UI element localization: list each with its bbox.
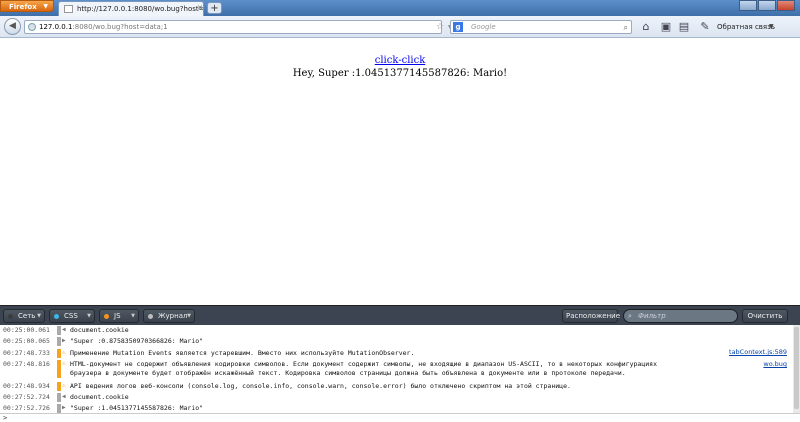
chevron-down-icon: ▼	[43, 3, 48, 10]
console-output: 00:25:00.061 ◀ document.cookie 00:25:00.…	[0, 325, 800, 413]
layout-dropdown[interactable]: Расположение ▼	[562, 309, 620, 332]
chevron-down-icon: ▼	[131, 313, 135, 319]
firefox-menu-label: Firefox	[9, 3, 37, 11]
click-click-link[interactable]: click-click	[0, 55, 800, 66]
scrollbar-thumb[interactable]	[794, 327, 799, 409]
bookmarks-icon[interactable]: ▤	[676, 19, 692, 35]
output-arrow-icon: ▶	[62, 404, 66, 411]
output-arrow-icon: ▶	[62, 337, 66, 344]
input-bar	[57, 393, 61, 402]
log-dot-icon	[148, 314, 153, 319]
new-tab-button[interactable]: +	[207, 2, 222, 14]
tab-title: http://127.0.0.1:8080/wo.bug?host=data;1	[77, 5, 204, 13]
window-icon[interactable]: ▣	[658, 19, 674, 35]
input-arrow-icon: ◀	[62, 326, 66, 333]
console-input[interactable]: >	[0, 413, 800, 422]
close-window-button[interactable]	[777, 0, 795, 11]
home-icon[interactable]: ⌂	[638, 19, 654, 35]
tab-close-icon[interactable]: ✕	[196, 4, 204, 12]
minimize-button[interactable]	[739, 0, 757, 11]
globe-icon	[28, 23, 36, 31]
source-link[interactable]: tabContext.js:589	[729, 348, 787, 356]
feedback-dropdown-icon[interactable]: ▼	[769, 19, 774, 35]
tab-active[interactable]: http://127.0.0.1:8080/wo.bug?host=data;1	[58, 1, 204, 16]
search-icon: ⌕	[628, 312, 632, 320]
tab-strip: Firefox ▼ http://127.0.0.1:8080/wo.bug?ho…	[0, 0, 800, 16]
feedback-button[interactable]: Обратная связь	[717, 19, 775, 35]
input-arrow-icon: ◀	[62, 393, 66, 400]
console-row: 00:27:52.724 ◀ document.cookie	[3, 393, 129, 402]
window-controls	[738, 0, 798, 12]
js-dot-icon	[104, 314, 109, 319]
console-prompt: >	[3, 414, 8, 422]
page-content: click-click Hey, Super :1.04513771455878…	[0, 39, 800, 305]
clear-button[interactable]: Очистить	[742, 309, 788, 323]
console-scrollbar[interactable]	[793, 325, 800, 413]
warning-bar	[57, 382, 61, 391]
console-row: 00:27:48.934 ⚠ API ведения логов веб-кон…	[3, 382, 571, 391]
maximize-button[interactable]	[758, 0, 776, 11]
greeting-text: Hey, Super :1.0451377145587826: Mario!	[292, 68, 508, 79]
output-bar	[57, 337, 61, 346]
firefox-menu-button[interactable]: Firefox ▼	[0, 0, 54, 12]
input-bar	[57, 326, 61, 335]
chevron-down-icon: ▼	[37, 313, 41, 319]
warning-bar	[57, 349, 61, 358]
google-icon[interactable]: g	[453, 22, 463, 32]
warning-icon: ⚠	[62, 349, 66, 356]
css-dot-icon	[54, 314, 59, 319]
page-icon	[64, 5, 73, 13]
console-row: 00:27:52.726 ▶ "Super :1.045137714558782…	[3, 404, 204, 413]
warning-icon: ⚠	[62, 382, 66, 389]
console-row: 00:27:48.816 ⚠ HTML-документ не содержит…	[3, 348, 787, 378]
console-row: 00:25:00.065 ▶ "Super :0.875835097036682…	[3, 337, 204, 346]
warning-icon: ⚠	[62, 360, 66, 367]
search-bar[interactable]: g Google ⌕	[450, 20, 632, 34]
devtools-toolbar: Сеть▼ CSS▼ JS▼ Журнал▼ Расположение ▼ ⌕Ф…	[0, 305, 800, 332]
filter-net-button[interactable]: Сеть ▼	[3, 309, 45, 323]
console-row: 00:27:48.733 ⚠ Применение Mutation Event…	[3, 349, 415, 358]
chevron-down-icon: ▼	[87, 313, 91, 319]
navigation-bar: ◀ 127.0.0.1:8080/wo.bug?host=data;1 ☆ ▼ …	[0, 16, 800, 38]
addon-icon[interactable]: ✎	[697, 19, 713, 35]
filter-js-button[interactable]: JS ▼	[99, 309, 139, 323]
search-placeholder: Google	[471, 23, 496, 31]
source-link[interactable]: wo.bug	[763, 360, 787, 368]
back-button[interactable]: ◀	[4, 18, 21, 35]
url-bar[interactable]: 127.0.0.1:8080/wo.bug?host=data;1 ☆ ▼ ↻	[24, 20, 464, 34]
warning-bar	[57, 360, 61, 378]
output-bar	[57, 404, 61, 413]
search-icon[interactable]: ⌕	[624, 21, 628, 34]
filter-css-button[interactable]: CSS ▼	[49, 309, 95, 323]
bookmark-star-icon[interactable]: ☆	[436, 21, 444, 34]
filter-input[interactable]: ⌕ Фильтр	[623, 309, 738, 323]
url-text[interactable]: 127.0.0.1:8080/wo.bug?host=data;1	[39, 21, 168, 34]
chevron-down-icon: ▼	[187, 313, 191, 319]
filter-log-button[interactable]: Журнал ▼	[143, 309, 195, 323]
net-dot-icon	[8, 314, 13, 319]
console-row: 00:25:00.061 ◀ document.cookie	[3, 326, 129, 335]
